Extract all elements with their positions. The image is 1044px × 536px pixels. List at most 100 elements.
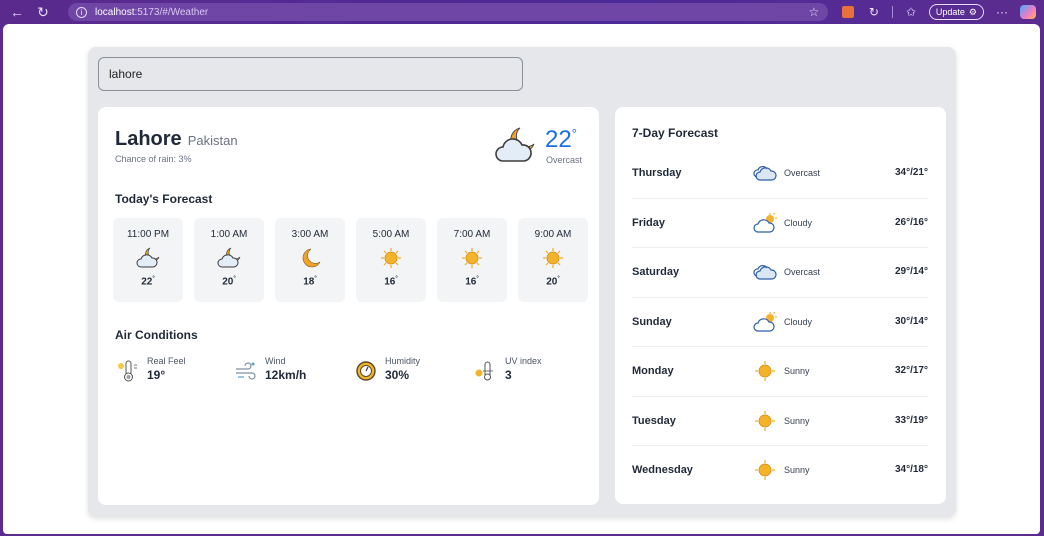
city-search-input[interactable] bbox=[98, 57, 523, 91]
air-conditions-title: Air Conditions bbox=[115, 328, 198, 342]
air-label: Humidity bbox=[385, 356, 421, 366]
refresh-extension-icon[interactable]: ↻ bbox=[866, 4, 882, 20]
day-name: Monday bbox=[632, 365, 674, 377]
moon-icon bbox=[302, 248, 321, 268]
air-conditions: Real Feel 19° Wind 12km/h Humidity 30% U… bbox=[115, 356, 585, 386]
overcast-icon bbox=[753, 166, 777, 181]
hour-time: 11:00 PM bbox=[126, 229, 170, 240]
seven-day-forecast-title: 7-Day Forecast bbox=[632, 126, 719, 140]
day-condition: Cloudy bbox=[784, 316, 813, 327]
wind-icon bbox=[236, 362, 256, 380]
location: Lahore Pakistan bbox=[115, 128, 238, 151]
day-name: Tuesday bbox=[632, 414, 676, 427]
current-temperature: 22° bbox=[545, 126, 577, 154]
moon-cloud-icon bbox=[495, 127, 535, 162]
hour-time: 1:00 AM bbox=[210, 229, 248, 240]
uv-index-icon bbox=[475, 361, 493, 381]
humidity-item: Humidity 30% bbox=[353, 356, 420, 384]
country-name: Pakistan bbox=[187, 133, 238, 148]
hour-time: 5:00 AM bbox=[372, 229, 410, 240]
browser-actions: ☆ ↻ ✩ Update ⚙ ··· bbox=[806, 3, 1036, 21]
day-temperature: 30°/14° bbox=[894, 315, 928, 327]
day-row: Friday Cloudy 26°/16° bbox=[632, 199, 928, 248]
address-bar[interactable]: i localhost:5173/#/Weather bbox=[68, 3, 828, 21]
moon-cloud-icon bbox=[136, 247, 160, 268]
hour-item: 11:00 PM 22° bbox=[113, 218, 183, 302]
current-weather-card: Lahore Pakistan Chance of rain: 3% 22° O… bbox=[98, 107, 599, 505]
hour-item: 5:00 AM 16° bbox=[356, 218, 426, 302]
page-viewport: Lahore Pakistan Chance of rain: 3% 22° O… bbox=[3, 24, 1040, 534]
day-temperature: 33°/19° bbox=[894, 414, 928, 426]
hour-time: 9:00 AM bbox=[534, 229, 572, 240]
day-name: Thursday bbox=[632, 167, 682, 179]
site-info-icon[interactable]: i bbox=[76, 6, 87, 18]
sun-icon bbox=[381, 248, 401, 268]
current-condition: Overcast bbox=[546, 155, 583, 165]
hour-temp: 20° bbox=[222, 276, 236, 287]
sun-cloud-icon bbox=[753, 212, 777, 233]
extension-icon[interactable] bbox=[840, 4, 856, 20]
day-condition: Sunny bbox=[784, 366, 810, 376]
air-value: 19° bbox=[147, 368, 166, 382]
sun-icon bbox=[755, 460, 775, 480]
day-name: Saturday bbox=[632, 266, 680, 278]
degree-symbol: ° bbox=[395, 276, 398, 282]
day-name: Wednesday bbox=[632, 464, 693, 476]
overcast-icon bbox=[753, 265, 777, 280]
favorite-star-icon[interactable]: ☆ bbox=[806, 4, 822, 20]
daily-forecast-list: Thursday Overcast 34°/21° Friday Cloudy … bbox=[632, 149, 928, 496]
update-label: Update bbox=[935, 7, 965, 17]
hour-temp-value: 18 bbox=[303, 276, 315, 288]
seven-day-forecast-card: 7-Day Forecast Thursday Overcast 34°/21°… bbox=[615, 107, 946, 504]
moon-cloud-icon bbox=[217, 247, 241, 268]
hour-item: 7:00 AM 16° bbox=[437, 218, 507, 302]
sun-cloud-icon bbox=[753, 311, 777, 332]
update-button[interactable]: Update ⚙ bbox=[928, 4, 984, 20]
day-row: Wednesday Sunny 34°/18° bbox=[632, 446, 928, 496]
day-row: Sunday Cloudy 30°/14° bbox=[632, 298, 928, 347]
degree-symbol: ° bbox=[314, 276, 317, 282]
copilot-icon[interactable] bbox=[1020, 4, 1036, 20]
air-label: UV index bbox=[505, 356, 542, 366]
day-condition: Cloudy bbox=[784, 217, 813, 228]
day-temperature: 29°/14° bbox=[894, 266, 928, 277]
day-condition: Sunny bbox=[784, 415, 810, 426]
day-name: Sunday bbox=[632, 315, 672, 328]
hour-temp-value: 20 bbox=[546, 276, 558, 288]
thermometer-icon bbox=[118, 360, 137, 382]
day-row: Monday Sunny 32°/17° bbox=[632, 347, 928, 397]
hour-temp: 16° bbox=[465, 276, 479, 287]
day-temperature: 26°/16° bbox=[894, 216, 928, 228]
hour-temp-value: 22 bbox=[141, 276, 153, 288]
uv-index-item: UV index 3 bbox=[473, 356, 542, 384]
more-menu-icon[interactable]: ··· bbox=[994, 4, 1010, 20]
reload-icon[interactable]: ↻ bbox=[32, 1, 54, 23]
hour-temp: 22° bbox=[141, 276, 155, 287]
sun-icon bbox=[543, 248, 563, 268]
hour-temp-value: 16 bbox=[465, 276, 477, 288]
degree-symbol: ° bbox=[557, 276, 560, 282]
degree-symbol: ° bbox=[152, 276, 155, 282]
day-name: Friday bbox=[632, 216, 666, 229]
degree-symbol: ° bbox=[476, 276, 479, 282]
hour-temp: 18° bbox=[303, 276, 317, 287]
url-path: :5173/#/Weather bbox=[134, 6, 209, 18]
wind-item: Wind 12km/h bbox=[233, 356, 306, 384]
browser-toolbar: ← ↻ i localhost:5173/#/Weather ☆ ↻ ✩ Upd… bbox=[0, 0, 1044, 24]
back-arrow-icon[interactable]: ← bbox=[6, 1, 28, 23]
day-row: Tuesday Sunny 33°/19° bbox=[632, 397, 928, 446]
toolbar-divider bbox=[891, 6, 893, 18]
day-temperature: 34°/18° bbox=[894, 464, 928, 475]
rain-chance: Chance of rain: 3% bbox=[115, 154, 192, 164]
day-row: Saturday Overcast 29°/14° bbox=[632, 248, 928, 298]
hour-item: 1:00 AM 20° bbox=[194, 218, 264, 302]
city-name: Lahore bbox=[115, 128, 182, 150]
favorites-icon[interactable]: ✩ bbox=[903, 4, 919, 20]
update-icon: ⚙ bbox=[968, 6, 977, 17]
hour-item: 9:00 AM 20° bbox=[518, 218, 588, 302]
day-condition: Sunny bbox=[784, 465, 810, 475]
air-label: Wind bbox=[265, 356, 286, 366]
day-condition: Overcast bbox=[784, 267, 821, 277]
hour-item: 3:00 AM 18° bbox=[275, 218, 345, 302]
sun-icon bbox=[755, 361, 775, 381]
